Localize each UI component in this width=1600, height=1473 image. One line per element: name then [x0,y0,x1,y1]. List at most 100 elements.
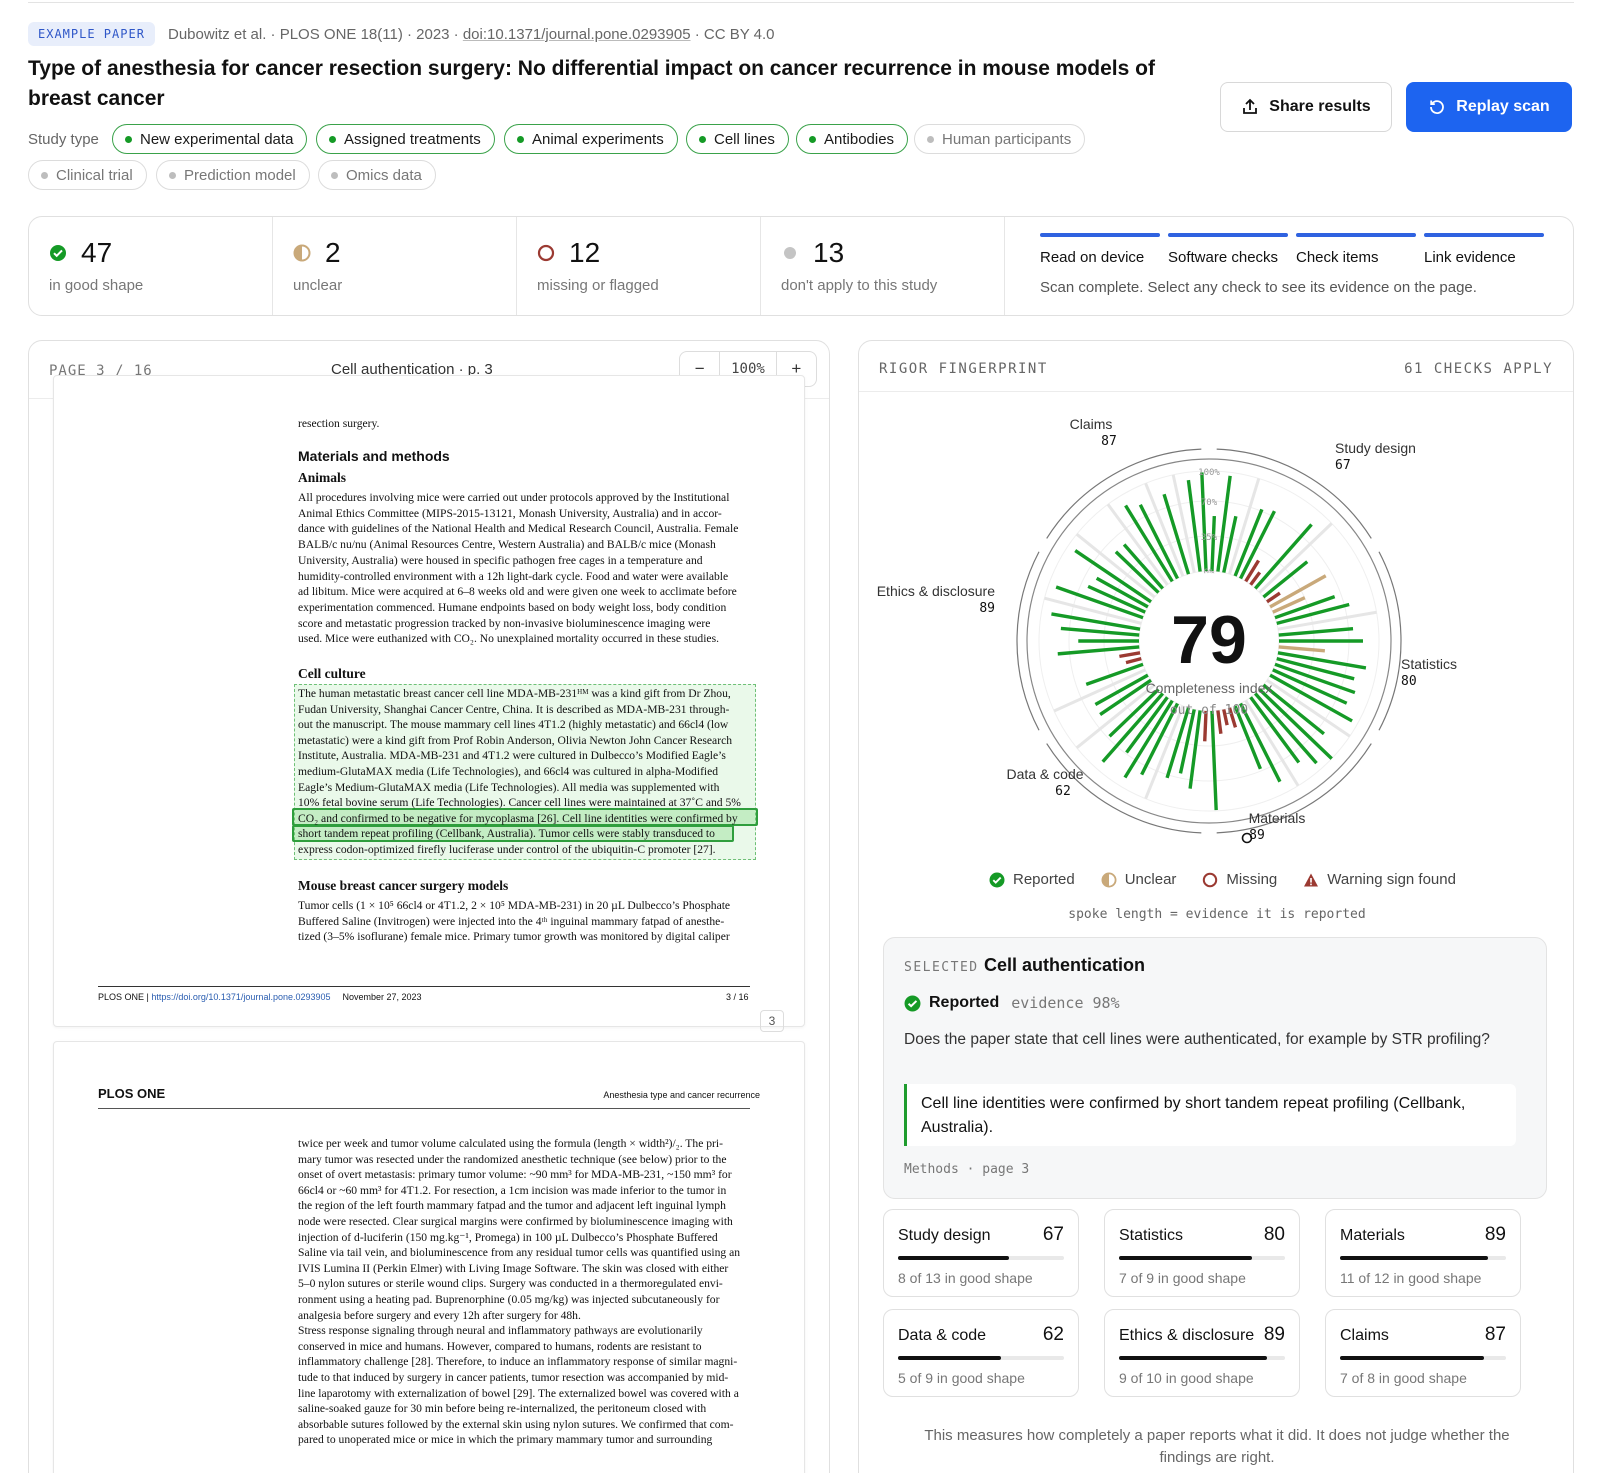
doi-link[interactable]: doi:10.1371/journal.pone.0293905 [463,26,691,43]
good-count: 47 [81,237,113,268]
missing-stat[interactable]: 12 missing or flagged [517,217,761,315]
text-line: twice per week and tumor volume calculat… [298,1137,723,1150]
category-label: Statistics [1401,656,1457,672]
category-card[interactable]: Statistics 80 7 of 9 in good shape [1104,1209,1300,1297]
category-card[interactable]: Ethics & disclosure 89 9 of 10 in good sha… [1104,1309,1300,1397]
text-line: 5–0 nylon sutures or sterile wound clips… [298,1277,723,1291]
text-line: ronment using a heating pad. Buprenorphi… [298,1293,720,1306]
not-applicable-stat[interactable]: 13 don't apply to this study [761,217,1005,315]
good-shape-stat[interactable]: 47 in good shape [29,217,273,315]
rigor-fingerprint-chart[interactable]: 100%70%35%0%79Completeness indexout of 1… [859,391,1574,911]
category-detail: 7 of 8 in good shape [1340,1370,1467,1386]
study-type-chip[interactable]: Assigned treatments [316,124,495,154]
study-type-chip[interactable]: Cell lines [686,124,789,154]
category-score: 80 [1263,1224,1285,1245]
score-track [1340,1256,1506,1260]
spoke-length-note: spoke length = evidence it is reported [1068,907,1366,922]
selected-check-card: SELECTED Cell authentication Reported ev… [883,937,1547,1199]
chip-label: Animal experiments [532,130,664,148]
evidence-quote[interactable]: Cell line identities were confirmed by s… [904,1084,1516,1146]
spoke-reported [1269,673,1353,723]
share-label: Share results [1269,98,1371,115]
category-score: 89 [979,601,995,616]
status-dot-icon [125,135,132,143]
footer-doi-link[interactable]: https://doi.org/10.1371/journal.pone.029… [151,992,330,1002]
study-type-chip[interactable]: Antibodies [796,124,909,154]
text-line: Tumor cells (1 × 10⁵ 66cl4 or 4T1.2, 2 ×… [298,899,731,912]
tab-read-on-device[interactable]: Read on device [1040,233,1160,266]
chip-label: Assigned treatments [344,130,481,148]
unclear-label: unclear [293,277,343,294]
text-line: The human metastatic breast cancer cell … [298,687,731,700]
spoke-reported [1278,627,1354,637]
share-icon [1243,98,1258,114]
tab-label: Check items [1296,249,1379,266]
chip-label: Antibodies [824,130,895,148]
category-card[interactable]: Study design 67 8 of 13 in good shape [883,1209,1079,1297]
na-dot-icon [784,247,796,259]
category-card[interactable]: Materials 89 11 of 12 in good shape [1325,1209,1521,1297]
check-circle-icon [989,872,1005,887]
tab-software-checks[interactable]: Software checks [1168,233,1288,266]
category-score: 89 [1263,1324,1285,1345]
study-type-chip[interactable]: New experimental data [112,124,308,154]
text-line: line laparotomy with externalization of … [298,1386,739,1400]
text-line: Stress response signaling through neural… [298,1324,703,1338]
category-name: Ethics & disclosure [1119,1327,1255,1344]
study-type-chip[interactable]: Clinical trial [28,160,147,190]
missing-circle-icon [537,244,555,262]
empty-circle-icon [1203,872,1218,887]
replay-icon [1430,100,1445,114]
text-line: ad libitum. Mice were acquired at 6–8 we… [298,585,737,599]
spoke-reported [1210,710,1218,811]
score-fill [1119,1256,1252,1260]
category-name: Materials [1340,1227,1405,1244]
evidence-score: evidence 98% [1011,994,1120,1012]
chip-label: New experimental data [140,130,294,148]
study-type-chip[interactable]: Animal experiments [504,124,678,154]
category-detail: 9 of 10 in good shape [1119,1370,1254,1386]
legend-unclear: Unclear [1101,871,1176,888]
meta-prefix: Dubowitz et al. · PLOS ONE 18(11) · 2023… [168,26,463,43]
completeness-index-label: Completeness index [1146,680,1273,696]
score-track [1119,1356,1285,1360]
text-line: dance with guidelines of the National He… [298,522,739,536]
category-score: 62 [1055,784,1071,799]
unclear-count: 2 [325,237,341,268]
evidence-location[interactable]: Methods · page 3 [904,1162,1029,1177]
pdf-viewer[interactable]: PAGE 3 / 16 Cell authentication · p. 3 −… [28,340,830,1473]
study-type-chip[interactable]: Human participants [914,124,1086,154]
good-label: in good shape [49,277,144,294]
status-dot-icon [927,135,934,143]
meta-suffix: · CC BY 4.0 [690,26,775,43]
tab-check-items[interactable]: Check items [1296,233,1416,266]
replay-scan-button[interactable]: Replay scan [1406,82,1572,132]
spoke-reported [1057,645,1140,656]
na-count: 13 [813,237,845,268]
text-line: humidity-controlled environment with a 1… [298,569,729,583]
category-detail: 5 of 9 in good shape [898,1370,1025,1386]
chip-label: Cell lines [714,130,775,148]
study-type-chip[interactable]: Prediction model [156,160,310,190]
tab-link-evidence[interactable]: Link evidence [1424,233,1544,266]
text-line: All procedures involving mice were carri… [298,491,730,504]
category-score: 67 [1335,458,1351,473]
heading-cell-culture: Cell culture [298,666,366,681]
category-card[interactable]: Data & code 62 5 of 9 in good shape [883,1309,1079,1397]
score-track [898,1356,1064,1360]
share-results-button[interactable]: Share results [1220,82,1392,132]
category-card[interactable]: Claims 87 7 of 8 in good shape [1325,1309,1521,1397]
text-line: Buffered Saline (Invitrogen) were inject… [298,914,725,928]
score-fill [1340,1356,1485,1360]
spoke-unclear [1278,645,1326,653]
study-type-chip[interactable]: Omics data [318,160,436,190]
text-line: analgesia before surgery and every 12h a… [298,1308,581,1322]
text-line: University, Australia) were housed in sp… [298,553,703,567]
header-rule [98,1108,750,1109]
status-dot-icon [699,135,706,143]
unclear-stat[interactable]: 2 unclear [273,217,517,315]
completeness-index-sub: out of 100 [1170,703,1248,718]
spoke-missing [1119,651,1141,659]
legend-warning: Warning sign found [1303,871,1456,888]
text-line: out the manuscript. The mouse mammary ce… [298,718,729,732]
